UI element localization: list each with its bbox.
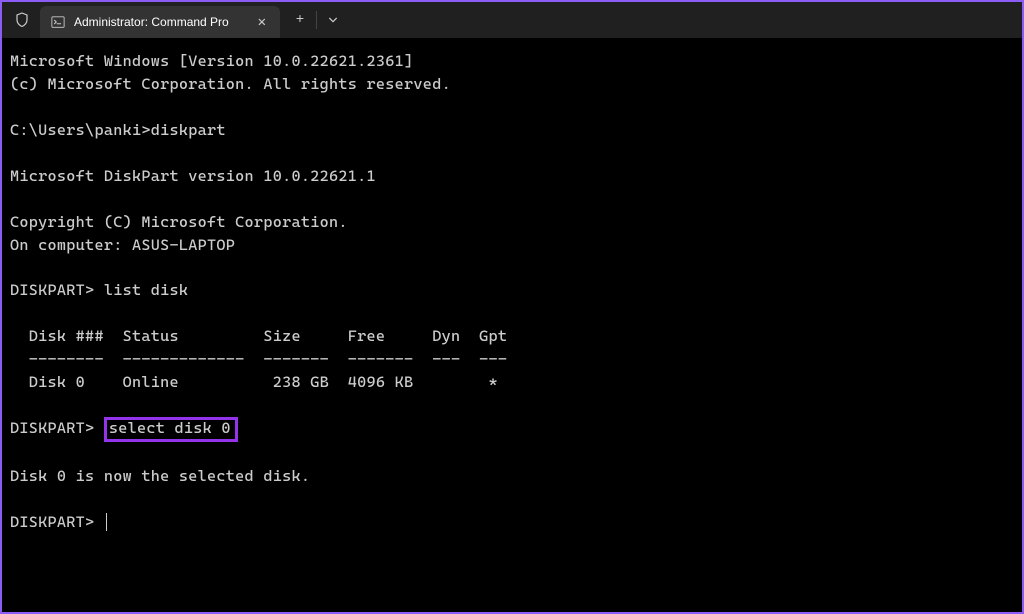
command-list-disk: list disk: [104, 281, 188, 299]
terminal-cursor: [106, 513, 107, 531]
diskpart-copyright: Copyright (C) Microsoft Corporation.: [10, 213, 348, 231]
os-version-line: Microsoft Windows [Version 10.0.22621.23…: [10, 52, 413, 70]
diskpart-computer: On computer: ASUS-LAPTOP: [10, 236, 235, 254]
diskpart-version: Microsoft DiskPart version 10.0.22621.1: [10, 167, 376, 185]
diskpart-prompt: DISKPART>: [10, 419, 94, 437]
tab-close-button[interactable]: ✕: [254, 12, 270, 33]
active-tab[interactable]: Administrator: Command Pro ✕: [40, 6, 280, 38]
diskpart-prompt: DISKPART>: [10, 513, 94, 531]
copyright-line: (c) Microsoft Corporation. All rights re…: [10, 75, 451, 93]
command-select-disk: select disk 0: [109, 419, 231, 437]
tab-dropdown-button[interactable]: [317, 4, 349, 36]
tab-controls: +: [284, 4, 349, 36]
shield-icon: [14, 12, 30, 28]
disk-table-divider: -------- ------------- ------- ------- -…: [10, 350, 507, 368]
titlebar: Administrator: Command Pro ✕ +: [2, 2, 1022, 38]
select-disk-result: Disk 0 is now the selected disk.: [10, 467, 310, 485]
command-diskpart: diskpart: [151, 121, 226, 139]
disk-table-header: Disk ### Status Size Free Dyn Gpt: [10, 327, 507, 345]
prompt-path: C:\Users\panki>: [10, 121, 151, 139]
terminal-output[interactable]: Microsoft Windows [Version 10.0.22621.23…: [2, 38, 1022, 546]
terminal-icon: [50, 14, 66, 30]
highlighted-command: select disk 0: [104, 417, 238, 442]
tab-title: Administrator: Command Pro: [74, 15, 246, 29]
diskpart-prompt: DISKPART>: [10, 281, 94, 299]
new-tab-button[interactable]: +: [284, 4, 316, 36]
disk-table-row: Disk 0 Online 238 GB 4096 KB *: [10, 373, 498, 391]
